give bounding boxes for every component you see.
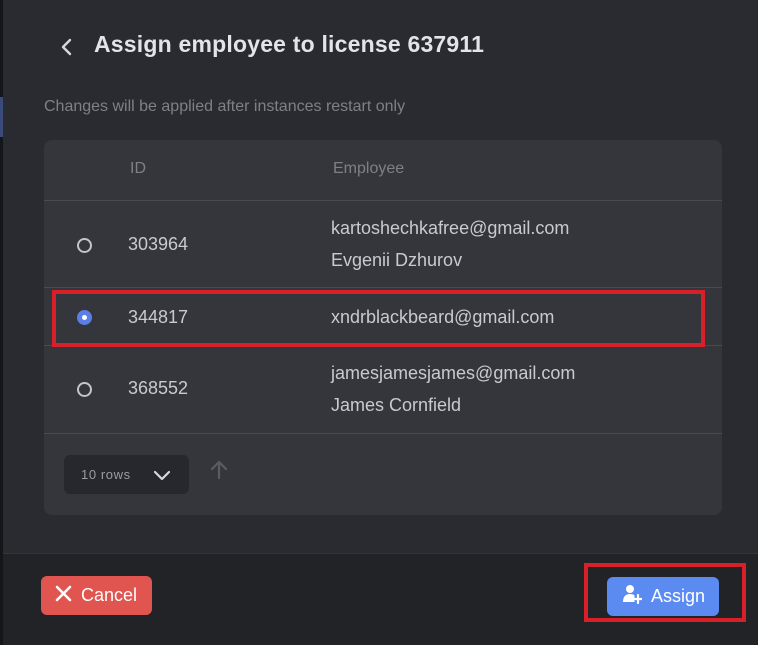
table-row[interactable]: 368552 jamesjamesjames@gmail.com James C… (44, 346, 722, 434)
table-row[interactable]: 344817 xndrblackbeard@gmail.com (44, 288, 722, 346)
row-id: 344817 (128, 307, 189, 327)
row-employee-name: Evgenii Dzhurov (331, 250, 463, 270)
rows-per-page-value: 10 rows (81, 467, 131, 482)
add-user-icon (622, 584, 644, 609)
row-employee-email: xndrblackbeard@gmail.com (331, 307, 555, 327)
row-id: 303964 (128, 234, 189, 254)
close-icon (55, 585, 72, 607)
dialog-title: Assign employee to license 637911 (94, 31, 485, 57)
row-employee: jamesjamesjames@gmail.com James Cornfiel… (331, 357, 575, 421)
row-employee: kartoshechkafree@gmail.com Evgenii Dzhur… (331, 212, 569, 276)
dialog-actions: Cancel Assign (3, 553, 758, 645)
row-radio[interactable] (77, 238, 92, 253)
rows-per-page-select[interactable]: 10 rows (64, 455, 189, 494)
assign-employee-dialog: Assign employee to license 637911 Change… (3, 0, 758, 645)
row-employee: xndrblackbeard@gmail.com (331, 301, 554, 333)
cancel-button-label: Cancel (81, 585, 138, 605)
row-radio[interactable] (77, 382, 92, 397)
assign-button[interactable]: Assign (607, 577, 719, 616)
table-footer: 10 rows (44, 434, 722, 515)
dialog-header: Assign employee to license 637911 (3, 0, 758, 95)
row-employee-email: kartoshechkafree@gmail.com (331, 218, 570, 238)
employee-table: ID Employee 303964 kartoshechkafree@gmai… (44, 140, 722, 515)
dialog-subtitle: Changes will be applied after instances … (44, 98, 406, 115)
row-id: 368552 (128, 378, 189, 398)
table-row[interactable]: 303964 kartoshechkafree@gmail.com Evgeni… (44, 201, 722, 288)
assign-button-label: Assign (651, 586, 706, 606)
row-radio-selected[interactable] (77, 310, 92, 325)
column-header-id: ID (130, 160, 146, 177)
cancel-button[interactable]: Cancel (41, 576, 152, 615)
table-header: ID Employee (44, 140, 722, 201)
arrow-up-icon[interactable] (208, 459, 230, 481)
column-header-employee: Employee (333, 160, 405, 177)
row-employee-name: James Cornfield (331, 395, 462, 415)
chevron-down-icon (153, 466, 171, 484)
row-employee-email: jamesjamesjames@gmail.com (331, 363, 576, 383)
chevron-left-icon[interactable] (55, 35, 79, 59)
